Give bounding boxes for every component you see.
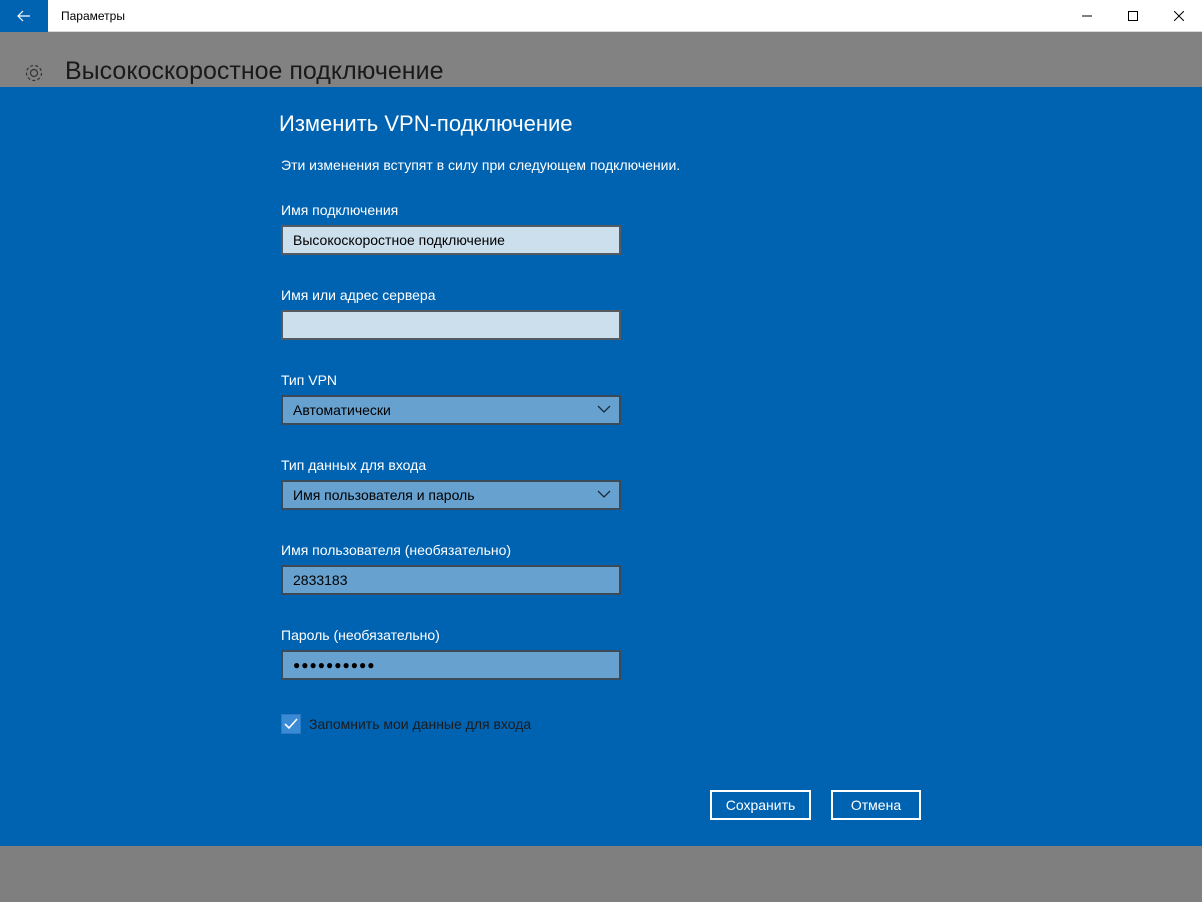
gear-icon: [25, 64, 43, 82]
minimize-icon: [1082, 15, 1092, 17]
vpn-edit-dialog: Изменить VPN-подключение Эти изменения в…: [0, 87, 1202, 846]
close-icon: [1174, 11, 1184, 21]
save-button[interactable]: Сохранить: [710, 790, 811, 820]
dialog-title: Изменить VPN-подключение: [279, 111, 573, 136]
chevron-down-icon: [597, 490, 611, 498]
connection-name-value: Высокоскоростное подключение: [293, 232, 505, 248]
remember-label[interactable]: Запомнить мои данные для входа: [309, 716, 531, 732]
maximize-button[interactable]: [1110, 0, 1156, 32]
vpn-type-label: Тип VPN: [281, 372, 338, 388]
vpn-type-select[interactable]: Автоматически: [281, 395, 621, 425]
vpn-type-value: Автоматически: [293, 402, 391, 418]
username-value: 2833183: [293, 572, 348, 588]
password-label: Пароль (необязательно): [281, 627, 440, 643]
background-page-title: Высокоскоростное подключение: [65, 57, 444, 85]
connection-name-label: Имя подключения: [281, 202, 399, 218]
signin-type-select[interactable]: Имя пользователя и пароль: [281, 480, 621, 510]
back-button[interactable]: [0, 0, 48, 32]
background-bottom-area: [0, 846, 1202, 902]
signin-type-label: Тип данных для входа: [281, 457, 427, 473]
checkmark-icon: [284, 718, 298, 730]
background-page-header: Высокоскоростное подключение: [0, 32, 1202, 87]
minimize-button[interactable]: [1064, 0, 1110, 32]
back-arrow-icon: [17, 10, 30, 22]
connection-name-input[interactable]: Высокоскоростное подключение: [281, 225, 621, 255]
window-titlebar: Параметры: [0, 0, 1202, 32]
chevron-down-icon: [597, 405, 611, 413]
close-button[interactable]: [1156, 0, 1202, 32]
password-value: ●●●●●●●●●●: [293, 658, 376, 672]
maximize-icon: [1128, 11, 1138, 21]
username-input[interactable]: 2833183: [281, 565, 621, 595]
dialog-subtitle: Эти изменения вступят в силу при следующ…: [281, 157, 681, 173]
signin-type-value: Имя пользователя и пароль: [293, 487, 475, 503]
username-label: Имя пользователя (необязательно): [281, 542, 512, 558]
password-input[interactable]: ●●●●●●●●●●: [281, 650, 621, 680]
server-label: Имя или адрес сервера: [281, 287, 436, 303]
app-title: Параметры: [61, 9, 125, 23]
remember-checkbox[interactable]: [281, 714, 301, 734]
cancel-button[interactable]: Отмена: [831, 790, 921, 820]
server-input[interactable]: [281, 310, 621, 340]
